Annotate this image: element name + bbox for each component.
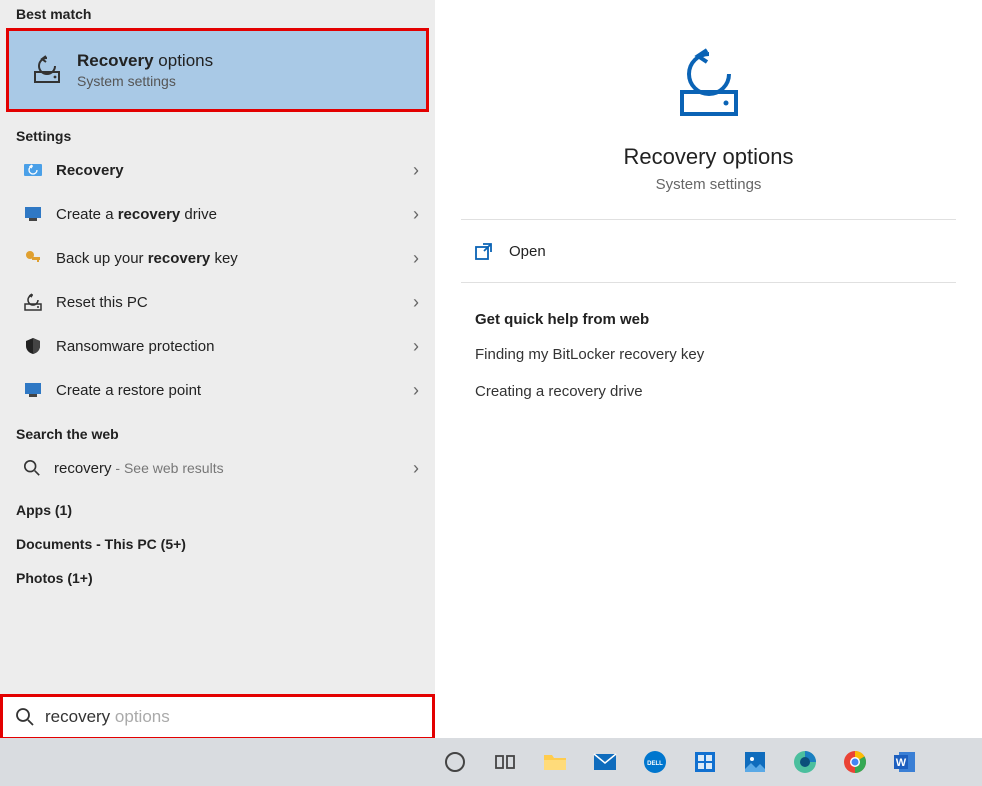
recovery-drive-icon: [22, 203, 44, 225]
taskbar-edge-icon[interactable]: [785, 742, 825, 782]
open-action[interactable]: Open: [435, 220, 982, 282]
settings-item-backup-key[interactable]: Back up your recovery key ›: [0, 236, 435, 280]
chevron-right-icon: ›: [413, 204, 419, 225]
category-photos[interactable]: Photos (1+): [0, 564, 435, 592]
settings-item-label: Reset this PC: [56, 294, 413, 311]
help-link-recovery-drive[interactable]: Creating a recovery drive: [475, 383, 942, 400]
open-label: Open: [509, 243, 546, 260]
chevron-right-icon: ›: [413, 292, 419, 313]
search-icon: [22, 458, 42, 478]
web-result-item[interactable]: recovery - See web results ›: [0, 446, 435, 490]
open-icon: [475, 242, 493, 260]
chevron-right-icon: ›: [413, 336, 419, 357]
help-title: Get quick help from web: [475, 311, 942, 328]
settings-item-recovery[interactable]: Recovery ›: [0, 148, 435, 192]
taskbar-dell-icon[interactable]: DELL: [635, 742, 675, 782]
restore-point-icon: [22, 379, 44, 401]
settings-item-ransomware[interactable]: Ransomware protection ›: [0, 324, 435, 368]
taskbar-office-icon[interactable]: [685, 742, 725, 782]
category-documents[interactable]: Documents - This PC (5+): [0, 530, 435, 558]
recovery-options-icon: [31, 54, 63, 86]
recovery-settings-icon: [22, 159, 44, 181]
settings-item-label: Create a recovery drive: [56, 206, 413, 223]
reset-pc-icon: [22, 291, 44, 313]
best-match-title: Recovery options: [77, 51, 213, 71]
taskbar-chrome-icon[interactable]: [835, 742, 875, 782]
chevron-right-icon: ›: [413, 380, 419, 401]
taskbar-task-view-icon[interactable]: [485, 742, 525, 782]
search-icon: [15, 707, 35, 727]
svg-text:DELL: DELL: [647, 761, 663, 767]
key-backup-icon: [22, 247, 44, 269]
chevron-right-icon: ›: [413, 458, 419, 479]
settings-item-label: Ransomware protection: [56, 338, 413, 355]
taskbar-word-icon[interactable]: W: [885, 742, 925, 782]
settings-item-label: Back up your recovery key: [56, 250, 413, 267]
settings-item-label: Create a restore point: [56, 382, 413, 399]
taskbar: DELL W: [0, 738, 982, 786]
category-apps[interactable]: Apps (1): [0, 496, 435, 524]
search-text: recovery options: [45, 707, 170, 727]
settings-item-label: Recovery: [56, 162, 413, 179]
divider: [461, 282, 956, 283]
preview-panel: Recovery options System settings Open Ge…: [435, 0, 982, 740]
svg-text:W: W: [896, 757, 907, 769]
header-settings: Settings: [0, 114, 435, 148]
recovery-options-large-icon: [664, 40, 754, 130]
chevron-right-icon: ›: [413, 160, 419, 181]
settings-item-reset-pc[interactable]: Reset this PC ›: [0, 280, 435, 324]
chevron-right-icon: ›: [413, 248, 419, 269]
taskbar-mail-icon[interactable]: [585, 742, 625, 782]
header-search-web: Search the web: [0, 412, 435, 446]
taskbar-file-explorer-icon[interactable]: [535, 742, 575, 782]
search-input[interactable]: recovery options: [0, 694, 435, 740]
settings-item-recovery-drive[interactable]: Create a recovery drive ›: [0, 192, 435, 236]
best-match-result[interactable]: Recovery options System settings: [6, 28, 429, 112]
header-best-match: Best match: [0, 0, 435, 26]
preview-title: Recovery options: [435, 144, 982, 170]
taskbar-cortana-icon[interactable]: [435, 742, 475, 782]
settings-item-restore-point[interactable]: Create a restore point ›: [0, 368, 435, 412]
web-result-label: recovery - See web results: [54, 460, 413, 477]
taskbar-photos-icon[interactable]: [735, 742, 775, 782]
help-link-bitlocker[interactable]: Finding my BitLocker recovery key: [475, 346, 942, 363]
preview-subtitle: System settings: [435, 176, 982, 193]
search-results-panel: Best match Recovery options System setti…: [0, 0, 435, 740]
shield-icon: [22, 335, 44, 357]
best-match-subtitle: System settings: [77, 73, 213, 89]
